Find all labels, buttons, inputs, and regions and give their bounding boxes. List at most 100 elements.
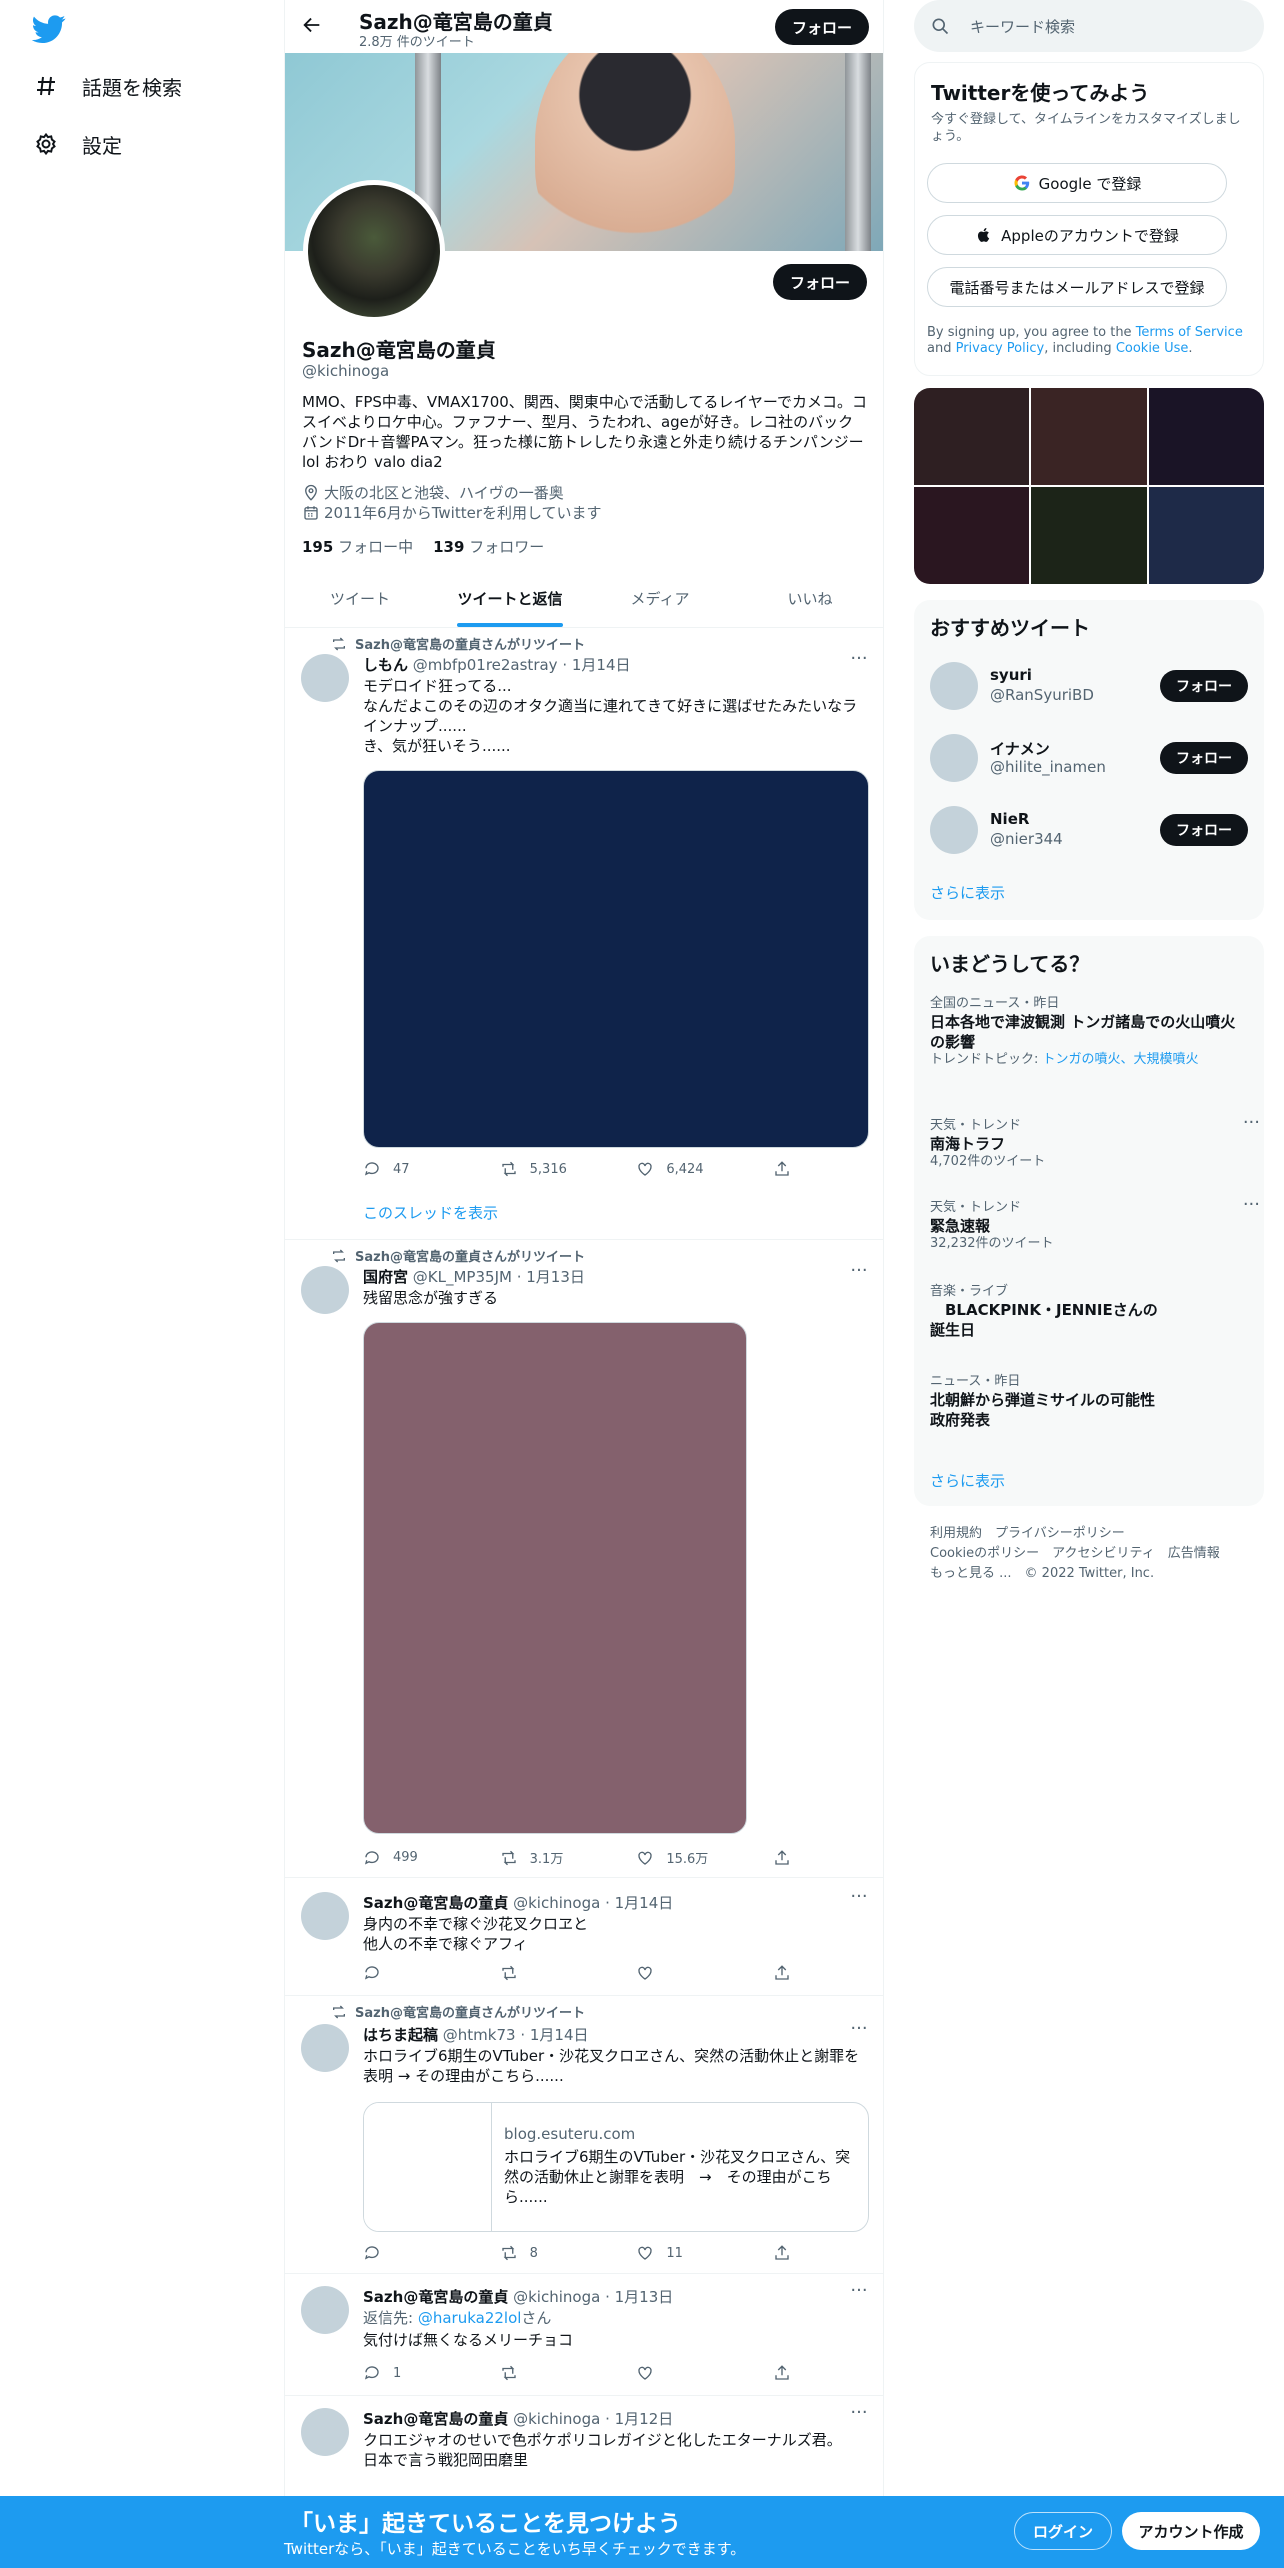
author-name[interactable]: Sazh@竜宮島の童貞 [363, 2410, 508, 2428]
trend-item[interactable]: 音楽・ライブ BLACKPINK・JENNIEさんの誕生日 [930, 1284, 1248, 1340]
terms-link[interactable]: Terms of Service [1136, 325, 1243, 340]
author-meta[interactable]: @kichinoga · 1月12日 [513, 2410, 673, 2428]
avatar[interactable] [930, 806, 978, 854]
like-button[interactable]: 11 [636, 2244, 736, 2262]
reply-button[interactable]: 499 [363, 1848, 463, 1867]
search-input[interactable]: キーワード検索 [970, 16, 1075, 37]
share-button[interactable] [773, 1964, 793, 1982]
tweet-media[interactable] [363, 770, 869, 1148]
author-meta[interactable]: @htmk73 · 1月14日 [443, 2026, 589, 2044]
footer-link[interactable]: アクセシビリティ [1052, 1546, 1155, 1561]
trend-item[interactable]: ニュース・昨日 北朝鮮から弾道ミサイルの可能性 政府発表 [930, 1374, 1248, 1430]
footer-link[interactable]: 利用規約 [930, 1526, 982, 1541]
tweet[interactable]: Sazh@竜宮島の童貞さんがリツイート 国府宮 @KL_MP35JM · 1月1… [285, 1240, 883, 1878]
share-button[interactable] [773, 2364, 793, 2382]
avatar[interactable] [301, 2408, 349, 2456]
more-options-icon[interactable]: ··· [849, 2282, 869, 2306]
author-name[interactable]: Sazh@竜宮島の童貞 [363, 1894, 508, 1912]
avatar[interactable] [930, 734, 978, 782]
like-button[interactable]: 15.6万 [636, 1848, 736, 1867]
author-name[interactable]: Sazh@竜宮島の童貞 [363, 2288, 508, 2306]
footer-link[interactable]: プライバシーポリシー [995, 1526, 1125, 1541]
tweet[interactable]: Sazh@竜宮島の童貞 @kichinoga · 1月14日 ··· 身内の不幸… [285, 1878, 883, 1996]
media-thumb[interactable] [1148, 487, 1264, 584]
show-thread-link[interactable]: このスレッドを表示 [363, 1202, 498, 1223]
footer-more-link[interactable]: もっと見る ... [930, 1566, 1012, 1581]
create-account-button[interactable]: アカウント作成 [1122, 2512, 1260, 2550]
author-meta[interactable]: @KL_MP35JM · 1月13日 [413, 1268, 585, 1286]
more-options-icon[interactable]: ··· [1243, 1114, 1260, 1132]
google-signup-button[interactable]: Google で登録 [927, 163, 1227, 203]
trend-item[interactable]: 全国のニュース・昨日 日本各地で津波観測 トンガ諸島での火山噴火の影響 トレンド… [930, 996, 1248, 1068]
back-arrow-icon[interactable] [301, 14, 327, 40]
link-card[interactable]: blog.esuteru.com ホロライブ6期生のVTuber・沙花叉クロヱさ… [363, 2102, 869, 2232]
avatar[interactable] [930, 662, 978, 710]
more-options-icon[interactable]: ··· [849, 2404, 869, 2428]
nav-explore[interactable]: 話題を検索 [32, 62, 182, 110]
reply-button[interactable] [363, 2244, 463, 2262]
search-box[interactable]: キーワード検索 [914, 0, 1264, 52]
footer-link[interactable]: 広告情報 [1168, 1546, 1220, 1561]
avatar[interactable] [301, 2286, 349, 2334]
trend-topic-link[interactable]: トンガの噴火、大規模噴火 [1043, 1052, 1199, 1067]
profile-follow-button[interactable]: フォロー [773, 264, 867, 300]
follow-button[interactable]: フォロー [1160, 670, 1248, 702]
media-thumb[interactable] [1148, 388, 1264, 485]
nav-settings[interactable]: 設定 [32, 120, 122, 168]
retweet-button[interactable]: 8 [500, 2244, 600, 2262]
avatar[interactable] [301, 2024, 349, 2072]
header-follow-button[interactable]: フォロー [775, 9, 869, 45]
avatar[interactable] [301, 1266, 349, 1314]
retweet-button[interactable] [500, 2364, 600, 2382]
avatar[interactable] [301, 1892, 349, 1940]
author-name[interactable]: 国府宮 [363, 1268, 408, 1286]
reply-button[interactable] [363, 1964, 463, 1982]
media-thumb[interactable] [914, 487, 1030, 584]
cookie-link[interactable]: Cookie Use [1116, 341, 1189, 356]
login-button[interactable]: ログイン [1014, 2512, 1112, 2550]
tab-tweets-and-replies[interactable]: ツイートと返信 [435, 570, 585, 627]
share-button[interactable] [773, 1848, 793, 1867]
profile-avatar[interactable] [303, 180, 445, 322]
tab-tweets[interactable]: ツイート [285, 570, 435, 627]
footer-link[interactable]: Cookieのポリシー [930, 1546, 1039, 1561]
author-meta[interactable]: @kichinoga · 1月13日 [513, 2288, 673, 2306]
tab-media[interactable]: メディア [585, 570, 735, 627]
media-thumb[interactable] [1031, 487, 1147, 584]
like-button[interactable] [636, 1964, 736, 1982]
media-thumb[interactable] [1031, 388, 1147, 485]
more-options-icon[interactable]: ··· [849, 650, 869, 674]
followers-link[interactable]: 139 フォロワー [433, 536, 544, 557]
twitter-logo-icon[interactable] [31, 12, 66, 46]
reply-button[interactable]: 1 [363, 2364, 463, 2382]
like-button[interactable]: 6,424 [636, 1160, 736, 1178]
more-options-icon[interactable]: ··· [849, 2020, 869, 2044]
retweet-button[interactable] [500, 1964, 600, 1982]
share-button[interactable] [773, 1160, 793, 1178]
following-link[interactable]: 195 フォロー中 [302, 536, 413, 557]
retweet-button[interactable]: 5,316 [500, 1160, 600, 1178]
tab-likes[interactable]: いいね [735, 570, 883, 627]
privacy-link[interactable]: Privacy Policy [956, 341, 1045, 356]
tweet-media[interactable] [363, 1322, 747, 1834]
more-options-icon[interactable]: ··· [849, 1262, 869, 1286]
who-to-follow-more-link[interactable]: さらに表示 [930, 882, 1005, 903]
tweet[interactable]: Sazh@竜宮島の童貞 @kichinoga · 1月13日 ··· 返信先: … [285, 2274, 883, 2396]
tweet[interactable]: Sazh@竜宮島の童貞さんがリツイート はちま起稿 @htmk73 · 1月14… [285, 1996, 883, 2274]
follow-button[interactable]: フォロー [1160, 742, 1248, 774]
more-options-icon[interactable]: ··· [1243, 1196, 1260, 1214]
like-button[interactable] [636, 2364, 736, 2382]
tweet[interactable]: Sazh@竜宮島の童貞さんがリツイート しもん @mbfp01re2astray… [285, 628, 883, 1240]
media-thumb[interactable] [914, 388, 1030, 485]
reply-button[interactable]: 47 [363, 1160, 463, 1178]
suggested-user[interactable]: NieR @nier344 フォロー [930, 800, 1248, 860]
author-name[interactable]: しもん [363, 656, 408, 674]
author-name[interactable]: はちま起稿 [363, 2026, 438, 2044]
share-button[interactable] [773, 2244, 793, 2262]
trend-item[interactable]: ··· 天気・トレンド 緊急速報 32,232件のツイート [930, 1196, 1260, 1252]
more-options-icon[interactable]: ··· [849, 1888, 869, 1912]
apple-signup-button[interactable]: Appleのアカウントで登録 [927, 215, 1227, 255]
suggested-user[interactable]: syuri @RanSyuriBD フォロー [930, 656, 1248, 716]
author-meta[interactable]: @kichinoga · 1月14日 [513, 1894, 673, 1912]
retweet-button[interactable]: 3.1万 [500, 1848, 600, 1867]
